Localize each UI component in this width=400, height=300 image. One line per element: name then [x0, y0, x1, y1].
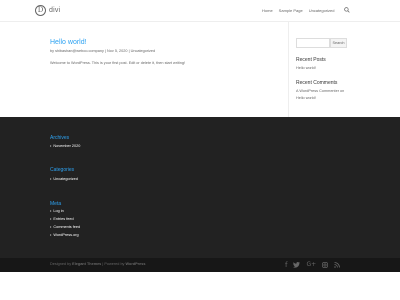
social-links: f G+	[285, 260, 341, 270]
recent-post-link[interactable]: Hello world!	[296, 66, 316, 70]
meta-link-entries-feed[interactable]: Entries feed	[50, 217, 73, 221]
category-link[interactable]: Uncategorized	[131, 49, 155, 53]
wordpress-link[interactable]: WordPress	[126, 262, 146, 266]
post-meta: by shibashan@weboo.company | Nov 5, 2020…	[50, 49, 155, 53]
google-plus-icon[interactable]: G+	[306, 260, 316, 270]
author-link[interactable]: shibashan@weboo.company	[55, 49, 104, 53]
main-nav: Home Sample Page Uncategorized	[262, 8, 334, 13]
footer-widgets: Archives November 2020 Categories Uncate…	[0, 117, 400, 258]
site-logo[interactable]: D divi	[35, 5, 60, 16]
page-bottom-spacer	[0, 272, 400, 300]
twitter-icon[interactable]	[293, 262, 301, 268]
meta-link-wordpress-org[interactable]: WordPress.org	[50, 233, 78, 237]
logo-text: divi	[49, 7, 61, 14]
recent-posts-title: Recent Posts	[296, 57, 326, 63]
sidebar: Search Recent Posts Hello world! Recent …	[296, 22, 356, 117]
facebook-icon[interactable]: f	[285, 260, 287, 270]
post-excerpt: Welcome to WordPress. This is your first…	[50, 61, 186, 65]
recent-comment-author[interactable]: A WordPress Commenter on	[296, 89, 344, 93]
meta-link-login[interactable]: Log in	[50, 209, 63, 213]
category-link[interactable]: Uncategorized	[50, 177, 77, 181]
meta-by-label: by	[50, 49, 55, 53]
post-date: Nov 5, 2020	[107, 49, 128, 53]
search-button[interactable]: Search	[330, 38, 347, 48]
designed-by-label: Designed by	[50, 262, 72, 266]
meta-title: Meta	[50, 201, 62, 207]
categories-title: Categories	[50, 167, 75, 173]
footer-credit: Designed by Elegant Themes | Powered by …	[50, 262, 146, 266]
post-title-link[interactable]: Hello world!	[50, 39, 87, 46]
archive-link[interactable]: November 2020	[50, 144, 80, 148]
logo-mark-icon: D	[35, 5, 46, 16]
meta-separator: |	[128, 49, 130, 53]
search-input[interactable]	[296, 38, 330, 48]
main-content: Hello world! by shibashan@weboo.company …	[50, 22, 290, 117]
meta-link-comments-feed[interactable]: Comments feed	[50, 225, 80, 229]
recent-comment-post[interactable]: Hello world!	[296, 96, 316, 100]
nav-item-sample-page[interactable]: Sample Page	[279, 8, 303, 13]
site-header: D divi Home Sample Page Uncategorized	[0, 0, 400, 22]
meta-separator: |	[104, 49, 106, 53]
rss-icon[interactable]	[334, 262, 341, 268]
search-icon[interactable]	[344, 7, 350, 13]
powered-by-label: | Powered by	[102, 262, 125, 266]
instagram-icon[interactable]	[322, 262, 329, 268]
content-divider	[288, 22, 289, 117]
nav-item-home[interactable]: Home	[262, 8, 273, 13]
footer-bottom-bar: Designed by Elegant Themes | Powered by …	[0, 258, 400, 272]
theme-link[interactable]: Elegant Themes	[72, 262, 101, 266]
recent-comments-title: Recent Comments	[296, 80, 338, 86]
archives-title: Archives	[50, 135, 70, 141]
nav-item-uncategorized[interactable]: Uncategorized	[309, 8, 335, 13]
